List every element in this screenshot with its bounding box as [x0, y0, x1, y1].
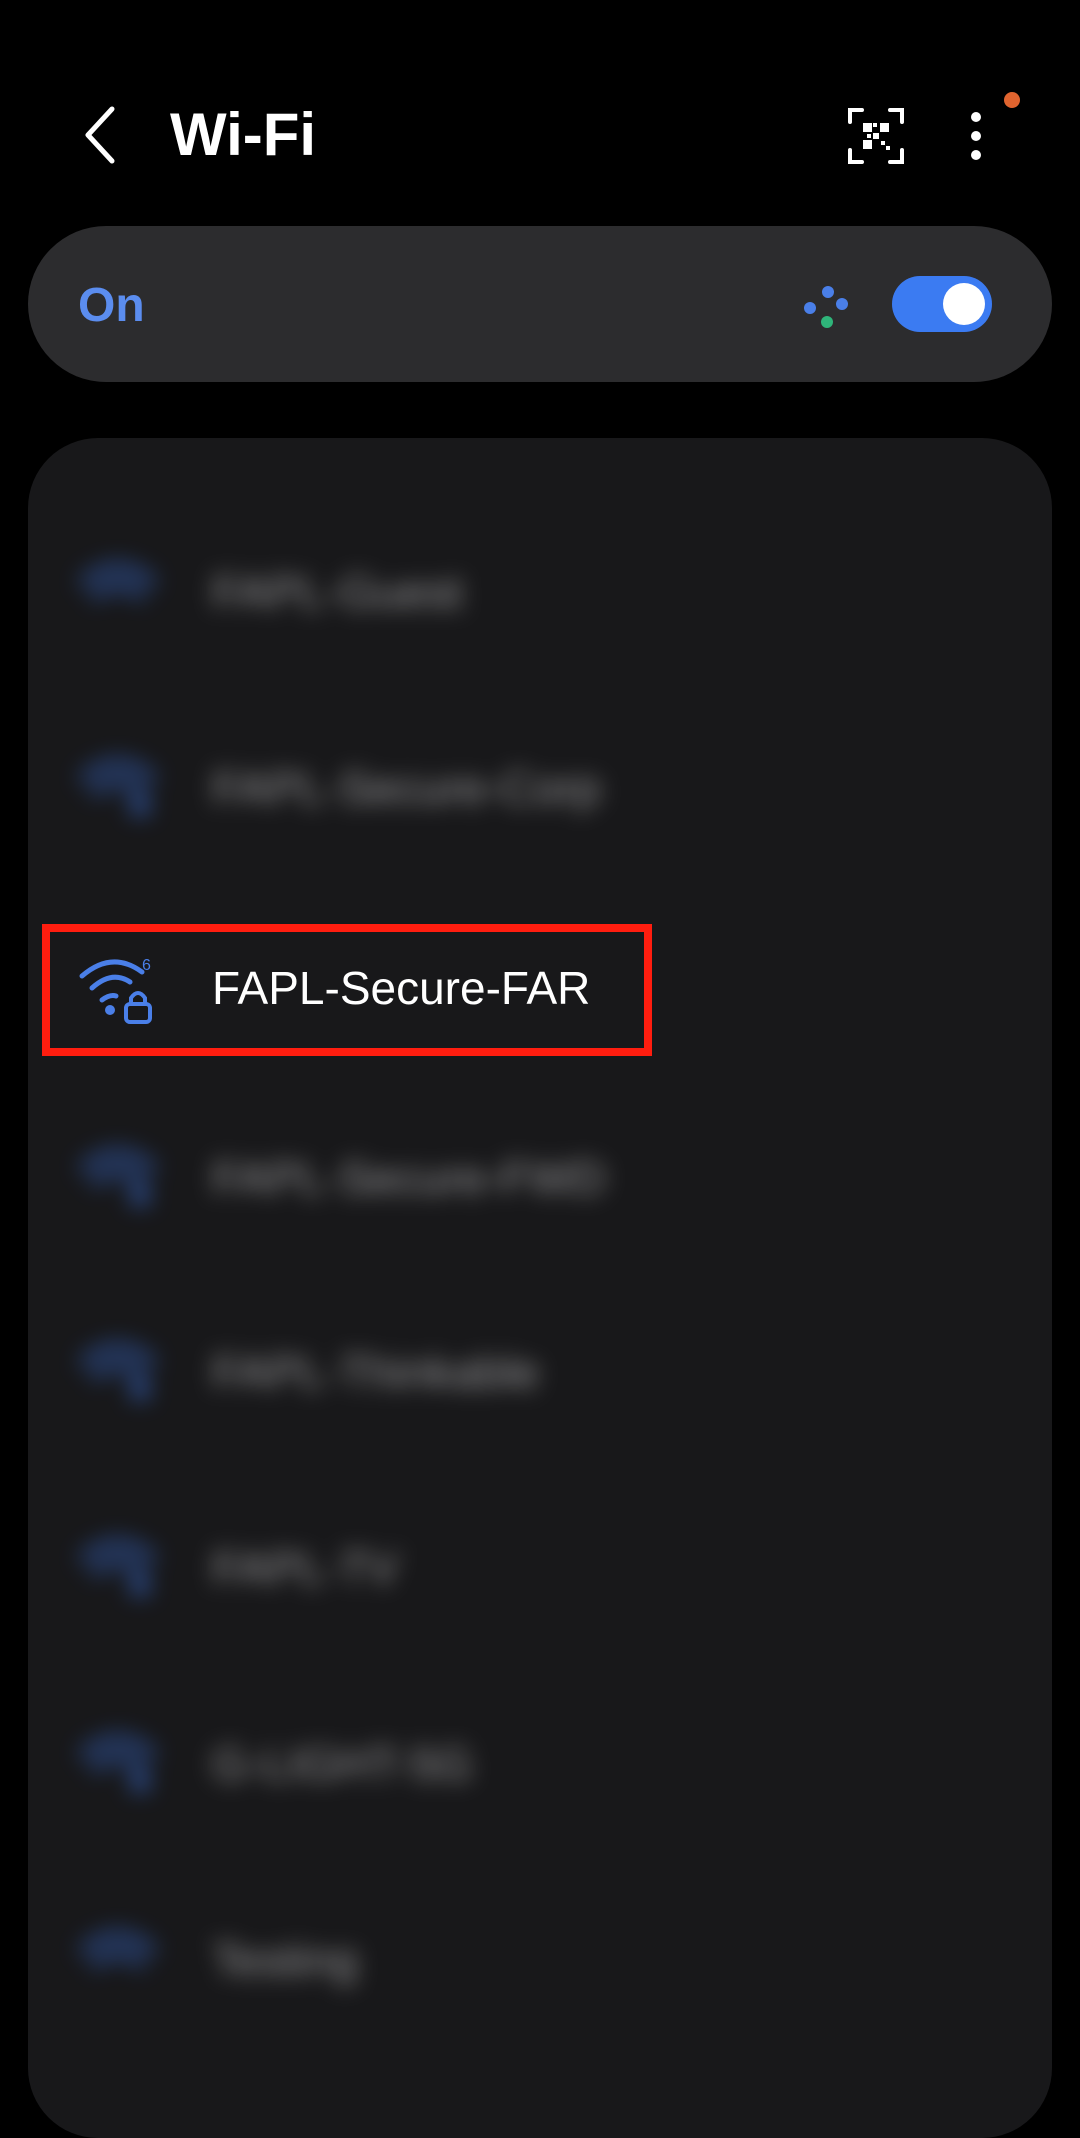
network-name: FAPL-TV [212, 1542, 399, 1594]
page-title: Wi-Fi [170, 101, 317, 168]
wifi-signal-icon [79, 1342, 157, 1400]
network-name: FAPL-Secure-Corp [212, 762, 601, 814]
network-row[interactable]: FAPL-Thinkable [28, 1314, 1052, 1434]
wifi-toggle-card[interactable]: On [28, 226, 1052, 382]
wifi-6-secured-icon: 6 [79, 957, 152, 1024]
wifi-signal-icon [79, 758, 157, 816]
network-name: FAPL-Secure-FWD [212, 1152, 606, 1204]
network-row[interactable]: Testing [28, 1902, 1052, 2022]
qr-scan-button[interactable] [846, 106, 906, 166]
wifi-signal-icon [79, 1148, 157, 1206]
available-networks-list: FAPL-Guest FAPL-Secure-Corp 6 FAPL-Secur… [28, 438, 1052, 2138]
network-row[interactable]: FAPL-TV [28, 1510, 1052, 1630]
network-name: Testing [212, 1934, 358, 1986]
network-row[interactable]: G-LIGHT-5G [28, 1706, 1052, 1826]
network-row[interactable]: FAPL-Secure-Corp [28, 730, 1052, 850]
wifi-signal-icon [79, 1538, 157, 1596]
network-row-fapl-secure-far[interactable]: 6 FAPL-Secure-FAR [28, 930, 1052, 1050]
intelligent-wifi-icon[interactable] [800, 282, 852, 330]
network-row[interactable]: FAPL-Guest [28, 534, 1052, 654]
network-name: FAPL-Secure-FAR [212, 962, 591, 1014]
network-name: FAPL-Guest [212, 566, 463, 618]
network-name: FAPL-Thinkable [212, 1346, 540, 1398]
wifi-switch[interactable] [892, 276, 992, 332]
more-vertical-icon [971, 112, 981, 160]
more-options-button[interactable] [956, 104, 996, 168]
network-name: G-LIGHT-5G [212, 1738, 473, 1790]
wifi-signal-icon [79, 562, 157, 601]
qr-code-scan-icon [848, 108, 904, 164]
chevron-left-icon [85, 106, 115, 164]
wifi-signal-icon [79, 1930, 157, 1969]
wifi-standard-label: 6 [142, 957, 151, 974]
app-bar: Wi-Fi [0, 0, 1080, 220]
back-button[interactable] [70, 100, 130, 170]
wifi-state-label: On [78, 279, 145, 332]
switch-knob [943, 283, 985, 325]
wifi-signal-icon [79, 1734, 157, 1792]
notification-dot [1004, 92, 1020, 108]
network-row[interactable]: FAPL-Secure-FWD [28, 1120, 1052, 1240]
